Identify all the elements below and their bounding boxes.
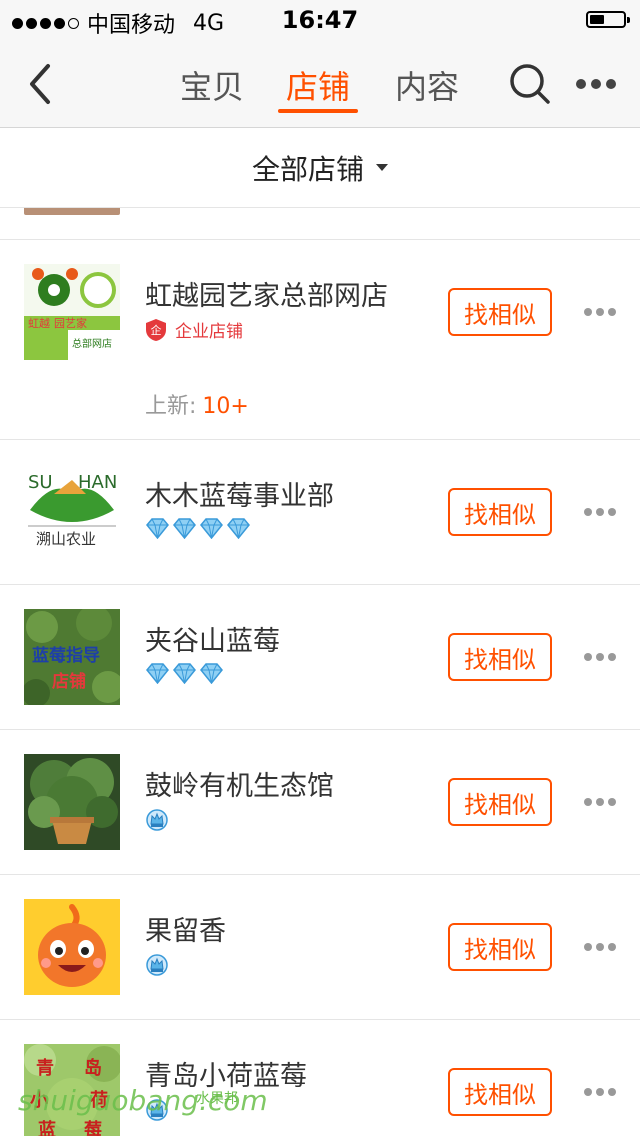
- status-time: 16:47: [281, 6, 359, 34]
- diamond-icon: [200, 663, 223, 684]
- shop-row[interactable]: 虹越 园艺家 总部网店 虹越园艺家总部网店 企 企业店铺 上新: 10+ 找相似: [0, 240, 640, 440]
- status-bar: 中国移动 4G 16:47: [0, 0, 640, 40]
- new-items-count: 10+: [202, 394, 249, 419]
- svg-text:企: 企: [151, 323, 162, 337]
- find-similar-button[interactable]: 找相似: [448, 778, 552, 826]
- shop-name[interactable]: 鼓岭有机生态馆: [145, 764, 334, 803]
- diamond-icon: [173, 518, 196, 539]
- diamond-icon: [200, 518, 223, 539]
- enterprise-label: 企业店铺: [175, 322, 243, 342]
- shop-name[interactable]: 虹越园艺家总部网店: [145, 274, 388, 313]
- filter-label: 全部店铺: [251, 152, 364, 186]
- active-tab-indicator: [278, 109, 358, 113]
- svg-text:SU: SU: [28, 472, 53, 493]
- partial-shop-row: [0, 208, 640, 240]
- tab-content[interactable]: 内容: [395, 62, 459, 108]
- find-similar-button[interactable]: 找相似: [448, 288, 552, 336]
- shop-thumbnail-partial: [24, 208, 120, 215]
- shop-thumbnail: 蓝莓指导 店铺: [24, 609, 120, 705]
- seller-rating-badges: [145, 808, 169, 832]
- top-nav: 宝贝 店铺 内容: [0, 40, 640, 128]
- svg-text:HAN: HAN: [78, 472, 117, 493]
- watermark-logo-text: 水果邦: [196, 1091, 238, 1107]
- svg-text:莓: 莓: [84, 1119, 102, 1136]
- svg-text:岛: 岛: [84, 1057, 102, 1079]
- svg-text:虹越: 虹越: [28, 316, 50, 330]
- new-items-info: 上新: 10+: [145, 388, 249, 420]
- shop-thumbnail: [24, 754, 120, 850]
- shop-row[interactable]: 果留香 找相似: [0, 875, 640, 1020]
- svg-text:总部网店: 总部网店: [72, 337, 112, 350]
- tab-shops[interactable]: 店铺: [286, 62, 350, 108]
- seller-rating-badges: [145, 953, 169, 977]
- search-button[interactable]: [508, 62, 552, 106]
- diamond-icon: [146, 518, 169, 539]
- shop-thumbnail: SU HAN 溯山农业: [24, 464, 120, 560]
- new-items-label: 上新:: [145, 394, 197, 419]
- row-more-button[interactable]: [584, 652, 616, 662]
- row-more-button[interactable]: [584, 307, 616, 317]
- svg-text:蓝: 蓝: [38, 1120, 56, 1136]
- shop-row[interactable]: SU HAN 溯山农业 木木蓝莓事业部 找相似: [0, 440, 640, 585]
- diamond-icon: [227, 518, 250, 539]
- enterprise-shield-icon: 企: [146, 318, 166, 341]
- caret-down-icon: [376, 164, 388, 171]
- svg-text:园艺家: 园艺家: [54, 316, 87, 330]
- tab-items[interactable]: 宝贝: [180, 62, 244, 108]
- shop-thumbnail: [24, 899, 120, 995]
- shop-name[interactable]: 夹谷山蓝莓: [145, 619, 280, 658]
- shop-thumbnail: 虹越 园艺家 总部网店: [24, 264, 120, 360]
- seller-rating-badges: [145, 663, 224, 684]
- shop-name[interactable]: 果留香: [145, 909, 226, 948]
- row-more-button[interactable]: [584, 942, 616, 952]
- svg-text:溯山农业: 溯山农业: [36, 530, 96, 548]
- svg-text:青: 青: [36, 1058, 54, 1079]
- shop-row[interactable]: 鼓岭有机生态馆 找相似: [0, 730, 640, 875]
- row-more-button[interactable]: [584, 1087, 616, 1097]
- shop-row[interactable]: 青 岛 小 荷 蓝 莓 青岛小荷蓝莓 找相似: [0, 1020, 640, 1136]
- svg-text:蓝莓指导: 蓝莓指导: [32, 645, 100, 666]
- find-similar-button[interactable]: 找相似: [448, 488, 552, 536]
- chevron-left-icon: [30, 64, 50, 104]
- row-more-button[interactable]: [584, 797, 616, 807]
- battery-icon: [586, 11, 630, 28]
- diamond-icon: [146, 663, 169, 684]
- shop-filter-dropdown[interactable]: 全部店铺: [0, 128, 640, 208]
- back-button[interactable]: [22, 62, 62, 106]
- enterprise-badge: 企 企业店铺: [145, 317, 243, 342]
- diamond-icon: [173, 663, 196, 684]
- search-icon: [510, 64, 550, 104]
- svg-text:店铺: 店铺: [52, 671, 86, 692]
- shop-row[interactable]: 蓝莓指导 店铺 夹谷山蓝莓 找相似: [0, 585, 640, 730]
- find-similar-button[interactable]: 找相似: [448, 923, 552, 971]
- crown-icon: [146, 809, 168, 831]
- crown-icon: [146, 954, 168, 976]
- find-similar-button[interactable]: 找相似: [448, 1068, 552, 1116]
- row-more-button[interactable]: [584, 507, 616, 517]
- more-options-button[interactable]: [576, 76, 616, 92]
- seller-rating-badges: [145, 518, 251, 539]
- find-similar-button[interactable]: 找相似: [448, 633, 552, 681]
- shop-name[interactable]: 木木蓝莓事业部: [145, 474, 334, 513]
